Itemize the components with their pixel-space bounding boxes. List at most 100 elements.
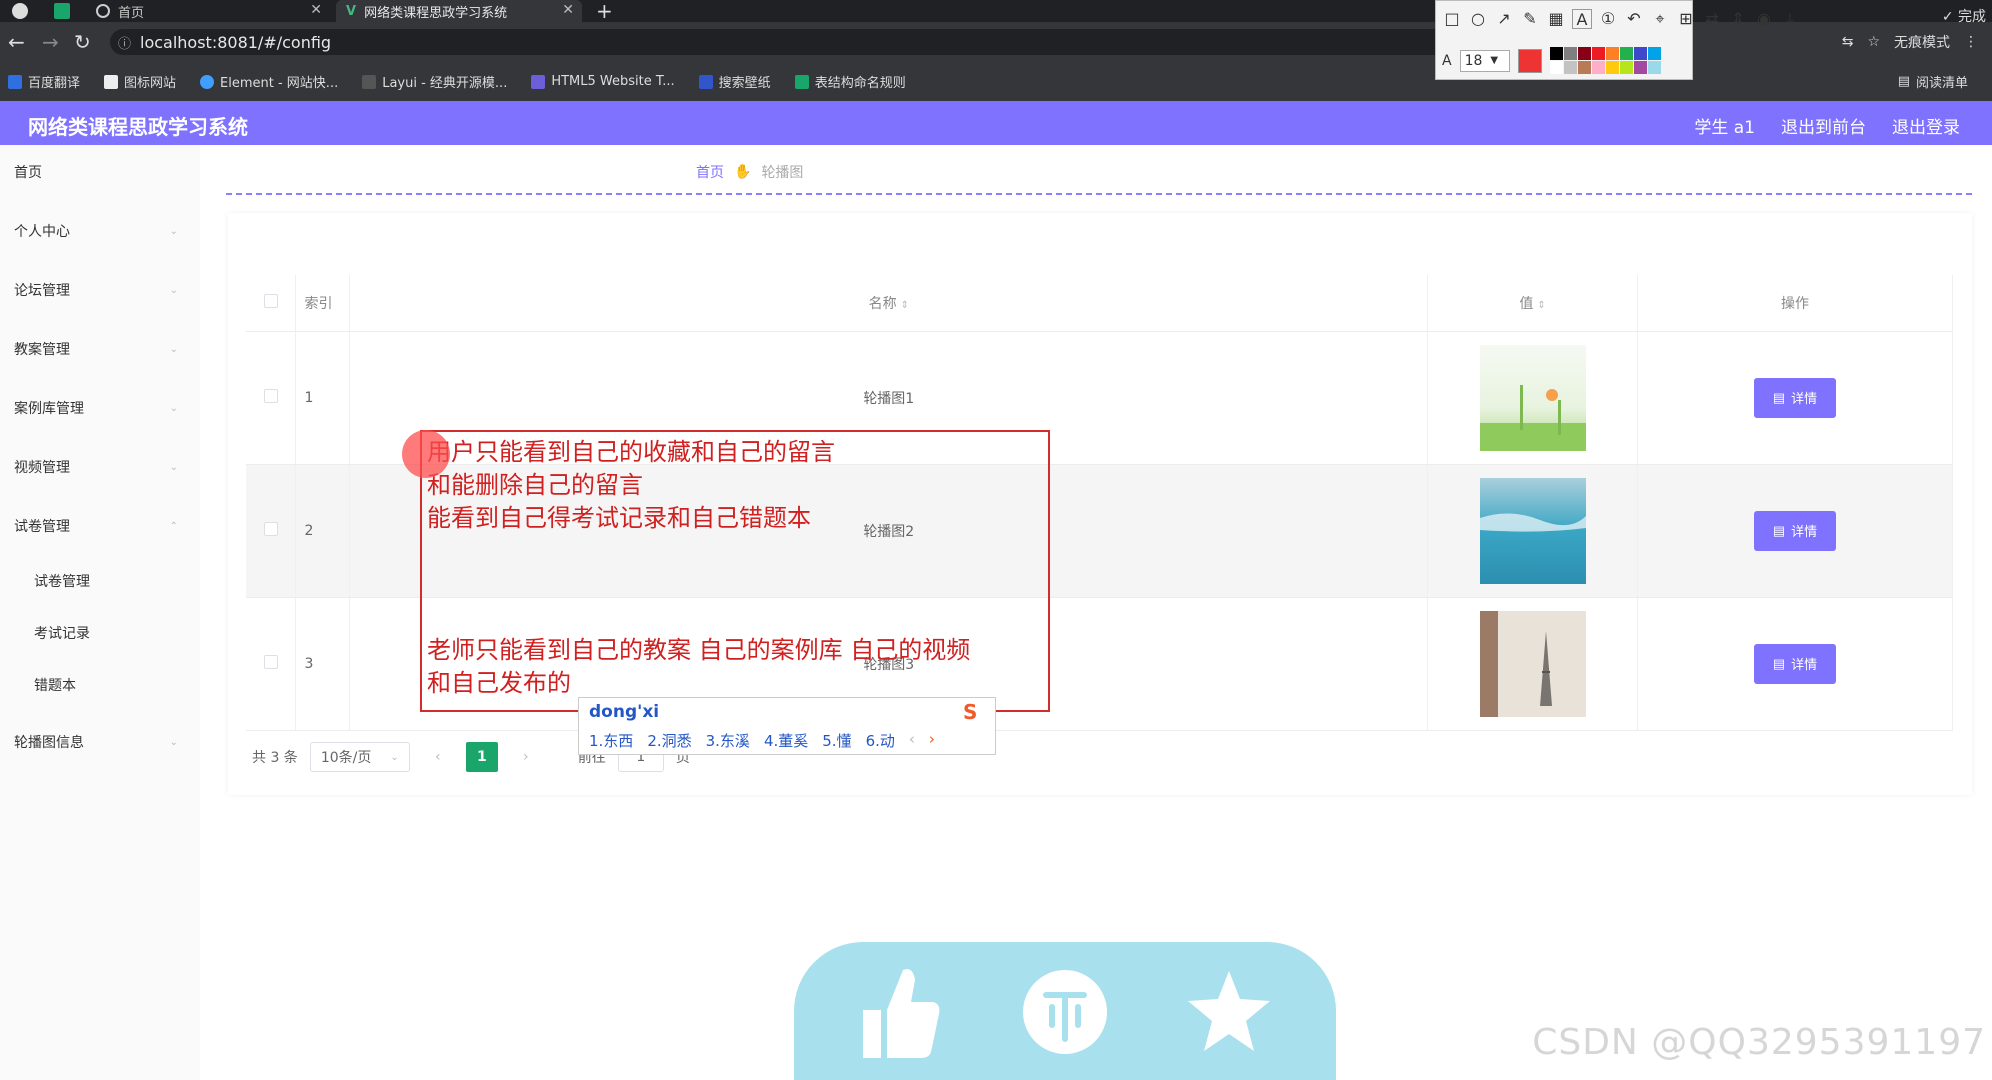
reading-list[interactable]: ▤ 阅读清单 bbox=[1898, 72, 1968, 91]
page-number-active[interactable]: 1 bbox=[465, 742, 498, 772]
sidebar-item-exams[interactable]: 试卷管理 ⌃ bbox=[0, 506, 200, 546]
forward-icon[interactable]: → bbox=[42, 30, 59, 54]
chevron-right-icon[interactable]: › bbox=[929, 730, 935, 751]
detail-button[interactable]: ▤ 详情 bbox=[1754, 643, 1837, 684]
sheet-icon[interactable] bbox=[54, 3, 70, 19]
select-all-cell bbox=[246, 275, 297, 332]
detail-button[interactable]: ▤ 详情 bbox=[1754, 377, 1837, 418]
bookmark-item[interactable]: Layui - 经典开源模... bbox=[362, 72, 507, 91]
current-color-swatch[interactable] bbox=[1517, 48, 1542, 73]
menu-icon[interactable]: ⋮ bbox=[1964, 34, 1978, 50]
number-icon[interactable]: ① bbox=[1598, 9, 1618, 29]
prev-page-icon[interactable]: ‹ bbox=[422, 742, 454, 772]
bookmark-item[interactable]: HTML5 Website T... bbox=[531, 74, 675, 89]
sort-icon[interactable]: ⇕ bbox=[901, 300, 909, 311]
color-swatch[interactable] bbox=[1605, 47, 1619, 60]
reload-icon[interactable]: ↻ bbox=[74, 30, 91, 54]
bookmark-icon bbox=[8, 74, 22, 89]
bookmark-item[interactable]: 表结构命名规则 bbox=[794, 72, 906, 91]
color-swatch[interactable] bbox=[1619, 61, 1633, 74]
close-icon[interactable]: ✕ bbox=[562, 2, 574, 18]
tab-app[interactable]: V 网络类课程思政学习系统 ✕ bbox=[336, 0, 582, 22]
sidebar-item-carousel[interactable]: 轮播图信息 ⌄ bbox=[0, 722, 200, 762]
breadcrumb-home[interactable]: 首页 bbox=[696, 162, 724, 182]
pen-icon[interactable]: ✎ bbox=[1520, 9, 1540, 29]
sidebar-subitem-wrong-questions[interactable]: 错题本 bbox=[0, 665, 200, 705]
sort-icon[interactable]: ⇕ bbox=[1537, 300, 1545, 311]
pin-icon[interactable]: ⌖ bbox=[1650, 9, 1670, 29]
color-swatch[interactable] bbox=[1591, 61, 1605, 74]
tab-home[interactable]: 首页 ✕ bbox=[90, 0, 330, 22]
row-checkbox[interactable] bbox=[263, 388, 278, 403]
chevron-down-icon: ▼ bbox=[1490, 55, 1499, 66]
select-all-checkbox[interactable] bbox=[263, 293, 278, 308]
sidebar-subitem-exam-records[interactable]: 考试记录 bbox=[0, 613, 200, 653]
ime-candidate[interactable]: 1.东西 bbox=[589, 730, 633, 751]
bookmark-item[interactable]: 图标网站 bbox=[104, 72, 176, 91]
color-swatch[interactable] bbox=[1647, 47, 1661, 60]
finish-button[interactable]: ✓ 完成 bbox=[1942, 6, 1986, 26]
back-icon[interactable]: ← bbox=[8, 30, 25, 54]
color-swatch[interactable] bbox=[1591, 47, 1605, 60]
page-size-select[interactable]: 10条/页 ⌄ bbox=[309, 742, 410, 772]
color-swatch[interactable] bbox=[1605, 61, 1619, 74]
ime-candidate[interactable]: 5.懂 bbox=[822, 730, 851, 751]
mosaic-icon[interactable]: ▦ bbox=[1546, 9, 1566, 29]
ime-candidate[interactable]: 2.洞悉 bbox=[647, 730, 691, 751]
detail-button[interactable]: ▤ 详情 bbox=[1754, 510, 1837, 551]
color-swatch[interactable] bbox=[1563, 47, 1577, 60]
rectangle-icon[interactable]: □ bbox=[1442, 9, 1462, 29]
back-to-front-link[interactable]: 退出到前台 bbox=[1781, 113, 1866, 138]
logout-link[interactable]: 退出登录 bbox=[1892, 113, 1960, 138]
incognito-label[interactable]: 无痕模式 bbox=[1894, 32, 1950, 52]
translate-icon[interactable]: ⇆ bbox=[1842, 34, 1854, 50]
sidebar-subitem-exam-papers[interactable]: 试卷管理 bbox=[0, 561, 200, 601]
star-icon[interactable] bbox=[1184, 962, 1274, 1062]
color-swatch[interactable] bbox=[1549, 47, 1563, 60]
undo-icon[interactable]: ↶ bbox=[1624, 9, 1644, 29]
bookmark-item[interactable]: Element - 网站快... bbox=[200, 72, 338, 91]
row-value-cell bbox=[1427, 464, 1639, 598]
color-swatch[interactable] bbox=[1619, 47, 1633, 60]
scroll-icon[interactable]: ⇕ bbox=[1728, 9, 1748, 29]
download-icon[interactable]: ⤓ bbox=[1780, 9, 1800, 29]
star-icon[interactable]: ☆ bbox=[1867, 34, 1880, 50]
ocr-icon[interactable]: ⊞ bbox=[1676, 9, 1696, 29]
sidebar-item-forum[interactable]: 论坛管理 ⌄ bbox=[0, 270, 200, 310]
header-name[interactable]: 名称 ⇕ bbox=[349, 275, 1429, 332]
color-swatch[interactable] bbox=[1577, 47, 1591, 60]
arrow-icon[interactable]: ↗ bbox=[1494, 9, 1514, 29]
sidebar-item-home[interactable]: 首页 bbox=[0, 152, 200, 192]
record-icon[interactable]: ◉ bbox=[1754, 9, 1774, 29]
sidebar-item-lesson-plans[interactable]: 教案管理 ⌄ bbox=[0, 329, 200, 369]
close-icon[interactable]: ✕ bbox=[310, 2, 322, 18]
color-swatch[interactable] bbox=[1633, 47, 1647, 60]
header-value[interactable]: 值 ⇕ bbox=[1427, 275, 1639, 332]
color-swatch[interactable] bbox=[1549, 61, 1563, 74]
coin-icon[interactable] bbox=[1020, 962, 1110, 1062]
bookmark-item[interactable]: 百度翻译 bbox=[8, 72, 80, 91]
row-checkbox[interactable] bbox=[263, 654, 278, 669]
text-icon[interactable]: A bbox=[1572, 9, 1592, 29]
ime-candidate[interactable]: 3.东溪 bbox=[706, 730, 750, 751]
color-swatch[interactable] bbox=[1577, 61, 1591, 74]
color-swatch[interactable] bbox=[1633, 61, 1647, 74]
ime-candidate[interactable]: 6.动 bbox=[866, 730, 895, 751]
thumbs-up-icon[interactable] bbox=[854, 962, 944, 1062]
row-checkbox[interactable] bbox=[263, 521, 278, 536]
ime-candidate[interactable]: 4.董奚 bbox=[764, 730, 808, 751]
circle-icon[interactable]: ○ bbox=[1468, 9, 1488, 29]
chevron-left-icon[interactable]: ‹ bbox=[909, 730, 915, 751]
bookmark-item[interactable]: 搜索壁纸 bbox=[698, 72, 771, 91]
url-field[interactable]: ⓘ localhost:8081/#/config bbox=[110, 29, 1610, 55]
next-page-icon[interactable]: › bbox=[510, 742, 542, 772]
color-swatch[interactable] bbox=[1563, 61, 1577, 74]
color-swatch[interactable] bbox=[1647, 61, 1661, 74]
sidebar-item-videos[interactable]: 视频管理 ⌄ bbox=[0, 447, 200, 487]
new-tab-icon[interactable]: + bbox=[596, 0, 613, 23]
font-size-select[interactable]: 18 ▼ bbox=[1459, 49, 1510, 72]
sidebar-item-cases[interactable]: 案例库管理 ⌄ bbox=[0, 388, 200, 428]
sidebar-item-personal[interactable]: 个人中心 ⌄ bbox=[0, 211, 200, 251]
translate-icon[interactable]: ⇄ bbox=[1702, 9, 1722, 29]
html5-icon bbox=[531, 74, 546, 89]
